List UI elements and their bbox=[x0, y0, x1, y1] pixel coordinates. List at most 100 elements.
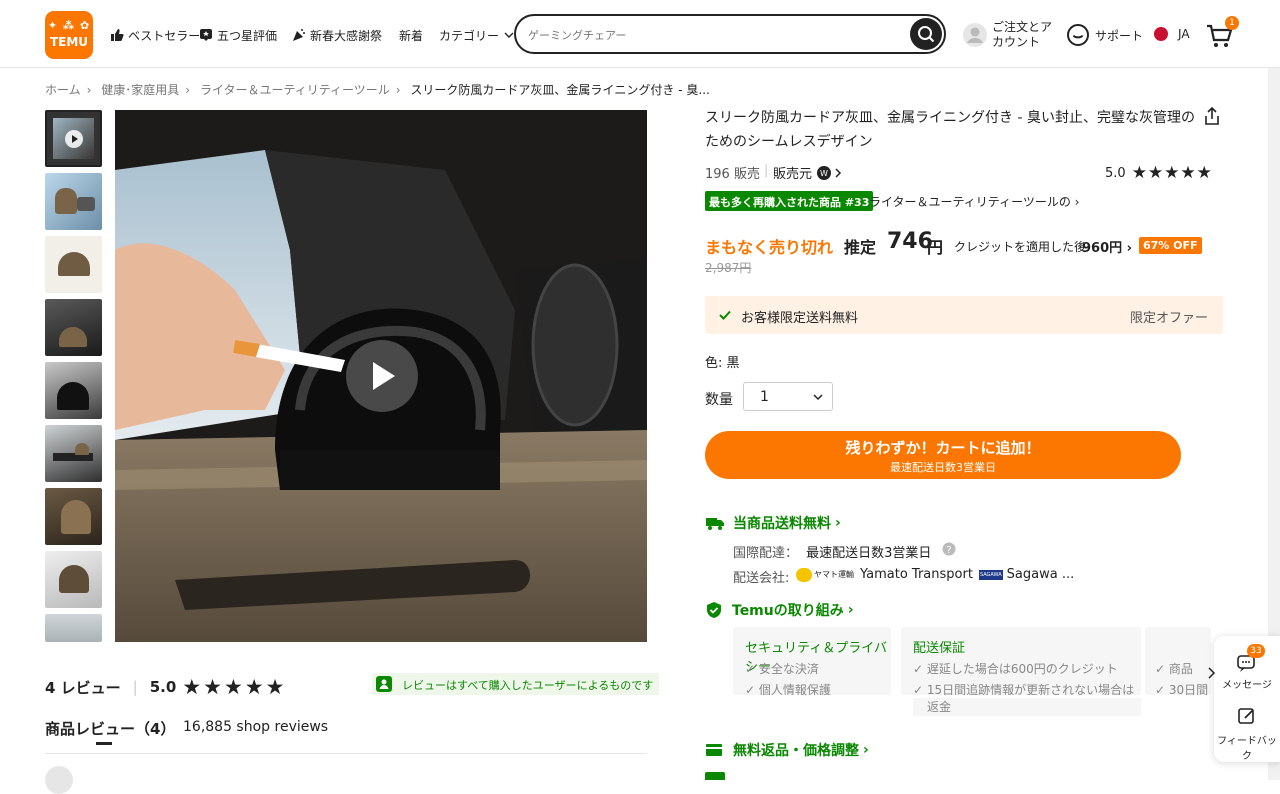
flag-japan-icon bbox=[1154, 27, 1168, 41]
nav-new[interactable]: 新着 bbox=[399, 26, 423, 44]
thumbnail-image[interactable] bbox=[45, 299, 102, 356]
meta-separator: | bbox=[764, 163, 769, 178]
next-section-icon bbox=[705, 772, 725, 780]
seller-link[interactable]: 販売元 W bbox=[773, 163, 842, 182]
thumbnail-image[interactable] bbox=[45, 236, 102, 293]
delivery-item-label: 15日間追跡情報が更新されない場合は bbox=[926, 683, 1135, 695]
quantity-select[interactable]: 1 bbox=[743, 382, 833, 411]
rating-value: 5.0 bbox=[1105, 165, 1126, 181]
floating-sidebar: 33 メッセージ フィードバック bbox=[1208, 636, 1280, 762]
delivery-item-label: 遅延した場合は600円のクレジット bbox=[926, 662, 1118, 676]
account-label-1: ご注文とア bbox=[992, 20, 1053, 34]
chevron-down-icon bbox=[813, 394, 823, 401]
commitment-heading-link[interactable]: Temuの取り組み › bbox=[705, 600, 854, 620]
search-button[interactable] bbox=[910, 18, 942, 50]
divider: | bbox=[132, 678, 138, 696]
returns-item: ✓ 商品 bbox=[1155, 662, 1193, 676]
carrier-label: 配送会社: bbox=[733, 571, 790, 586]
security-item: ✓ 個人情報保護 bbox=[745, 683, 831, 695]
carrier-yamato: Yamato Transport bbox=[860, 567, 973, 582]
thumbnail-image[interactable] bbox=[45, 551, 102, 608]
shipping-heading-link[interactable]: 当商品送料無料 › bbox=[705, 513, 841, 533]
credit-price-link[interactable]: 960円 › bbox=[1082, 237, 1132, 256]
seller-logo-icon: W bbox=[817, 165, 832, 180]
search-input[interactable]: ゲーミングチェアー bbox=[528, 27, 626, 43]
edit-icon bbox=[1238, 708, 1254, 724]
nav-bestseller[interactable]: ベストセラー bbox=[110, 26, 200, 44]
free-shipping-banner: お客様限定送料無料 限定オファー bbox=[705, 296, 1223, 334]
user-icon bbox=[963, 23, 987, 47]
support-label: サポート bbox=[1095, 28, 1144, 43]
thumbnail-image[interactable] bbox=[45, 173, 102, 230]
nav-five-star[interactable]: 五つ星評価 bbox=[199, 26, 277, 44]
returns-item: ✓ 30日間 bbox=[1155, 683, 1209, 695]
shipping-heading: 当商品送料無料 bbox=[733, 516, 831, 532]
sold-count: 196 販売 bbox=[705, 167, 760, 182]
tab-product-reviews[interactable]: 商品レビュー（4） bbox=[45, 718, 175, 739]
rank-category-label: ライター＆ユーティリティーツールの bbox=[869, 195, 1071, 209]
account-label-2: カウント bbox=[992, 35, 1041, 49]
nav-new-year[interactable]: 新春大感謝祭 bbox=[292, 26, 382, 44]
language-selector[interactable]: JA bbox=[1154, 27, 1190, 41]
help-icon[interactable]: ? bbox=[942, 542, 956, 556]
breadcrumb-home[interactable]: ホーム bbox=[45, 83, 81, 97]
support-link[interactable]: サポート bbox=[1066, 23, 1143, 47]
chevron-right-icon: › bbox=[835, 515, 841, 531]
yamato-logo-text: ヤマト運輸 bbox=[814, 570, 854, 579]
verified-reviews-banner: レビューはすべて購入したユーザーによるものです bbox=[372, 673, 660, 695]
commitment-heading: Temuの取り組み bbox=[732, 603, 844, 619]
returns-item-label: 30日間 bbox=[1168, 683, 1209, 695]
breadcrumb-current: スリーク防風カードア灰皿、金属ライニング付き - 臭... bbox=[410, 83, 710, 97]
intl-delivery-label: 国際配達： bbox=[733, 546, 799, 561]
intl-delivery-value: 最速配送日数3営業日 bbox=[806, 546, 932, 561]
verified-reviews-label: レビューはすべて購入したユーザーによるものです bbox=[402, 679, 654, 692]
language-label: JA bbox=[1178, 27, 1190, 41]
thumbnail-image[interactable] bbox=[45, 614, 102, 642]
breadcrumb-category[interactable]: 健康･家庭用具 bbox=[101, 83, 179, 97]
add-to-cart-button[interactable]: 残りわずか！カートに追加！ 最速配送日数3営業日 bbox=[705, 431, 1181, 479]
search-bar[interactable]: ゲーミングチェアー bbox=[514, 14, 946, 54]
quantity-label: 数量 bbox=[705, 392, 733, 408]
search-icon bbox=[918, 26, 935, 43]
chevron-right-icon bbox=[835, 167, 842, 178]
nav-category[interactable]: カテゴリー bbox=[439, 26, 519, 44]
delivery-item-continued: 返金 bbox=[913, 698, 1141, 716]
tab-shop-reviews[interactable]: 16,885 shop reviews bbox=[183, 719, 328, 735]
thumbnail-video[interactable] bbox=[45, 110, 102, 167]
product-photo bbox=[115, 110, 647, 642]
review-stars-icon: ★★★★★ bbox=[182, 675, 287, 699]
security-card[interactable]: セキュリティ＆プライバシー ✓ 安全な決済 ✓ 個人情報保護 bbox=[733, 627, 891, 695]
share-icon bbox=[1205, 106, 1219, 125]
cart-button[interactable]: 1 bbox=[1205, 16, 1241, 50]
rank-badge: 最も多く再購入された商品 #33 bbox=[705, 191, 874, 211]
check-icon bbox=[719, 310, 731, 320]
main-product-image[interactable] bbox=[115, 110, 647, 642]
rating-stars-icon: ★★★★★ bbox=[1131, 163, 1213, 183]
verified-shield-icon bbox=[376, 676, 392, 692]
divider-line bbox=[45, 753, 647, 754]
thumbnail-image[interactable] bbox=[45, 488, 102, 545]
returns-card[interactable]: ✓ 商品 ✓ 30日間 bbox=[1145, 627, 1211, 695]
thumbnail-image[interactable] bbox=[45, 425, 102, 482]
thumbs-up-icon bbox=[111, 29, 124, 41]
returns-heading-link[interactable]: 無料返品・価格調整 › bbox=[705, 740, 869, 760]
nav-label: ベストセラー bbox=[128, 28, 201, 43]
delivery-guarantee-card[interactable]: 配送保証 ✓ 遅延した場合は600円のクレジット ✓ 15日間追跡情報が更新され… bbox=[901, 627, 1141, 695]
product-title: スリーク防風カードア灰皿、金属ライニング付き - 臭い封止、完璧な灰管理のための… bbox=[705, 110, 1195, 150]
product-rating: 5.0 ★★★★★ bbox=[1105, 163, 1213, 183]
carrier-sagawa: Sagawa ... bbox=[1006, 567, 1075, 582]
reviewer-avatar bbox=[45, 766, 73, 794]
messages-button[interactable]: 33 メッセージ bbox=[1214, 644, 1280, 694]
account-menu[interactable]: ご注文とア カウント bbox=[992, 20, 1052, 50]
breadcrumb-subcategory[interactable]: ライター＆ユーティリティーツール bbox=[200, 83, 390, 97]
rank-category-link[interactable]: ライター＆ユーティリティーツールの › bbox=[869, 193, 1079, 210]
share-button[interactable] bbox=[1202, 106, 1222, 130]
feedback-button[interactable]: フィードバック bbox=[1214, 704, 1280, 762]
nav-label: 新着 bbox=[399, 28, 424, 43]
returns-heading: 無料返品・価格調整 bbox=[733, 743, 859, 759]
credit-price: 960円 bbox=[1082, 241, 1123, 256]
limited-offer-label: 限定オファー bbox=[1129, 311, 1208, 326]
temu-logo[interactable]: ✦ ⁂ ✿ TEMU bbox=[45, 11, 93, 59]
thumbnail-image[interactable] bbox=[45, 362, 102, 419]
avatar[interactable] bbox=[962, 22, 988, 48]
